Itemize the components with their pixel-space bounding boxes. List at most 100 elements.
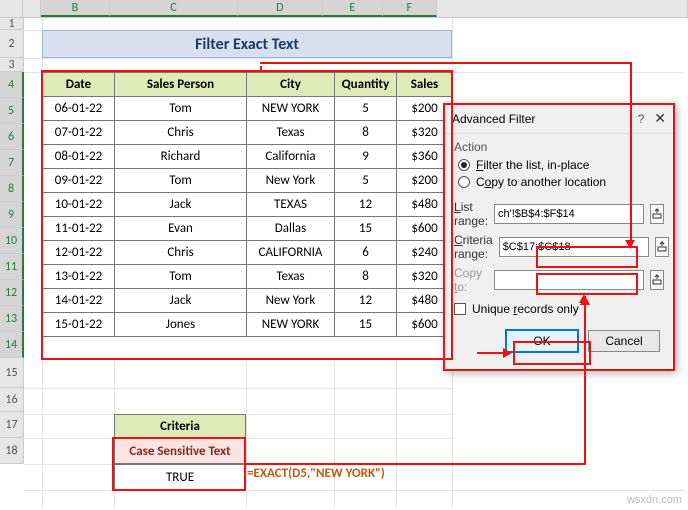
criteria-range-label: Criteria range: (454, 233, 493, 261)
criteria-formula: =EXACT(D5,"NEW YORK") (247, 466, 385, 481)
cell[interactable]: 11-01-22 (43, 217, 115, 241)
unique-records-row[interactable]: Unique records only (454, 302, 664, 316)
cell[interactable]: 10-01-22 (43, 193, 115, 217)
cell[interactable]: Tom (115, 97, 247, 121)
cell[interactable]: 6 (335, 241, 397, 265)
collapse-dialog-icon[interactable] (650, 204, 664, 224)
action-label: Action (454, 140, 664, 154)
collapse-dialog-icon[interactable] (655, 237, 669, 257)
col-F[interactable]: F (383, 0, 437, 17)
cell[interactable]: Evan (115, 217, 247, 241)
row-3[interactable]: 3 (0, 58, 24, 72)
row-13[interactable]: 13 (0, 306, 24, 332)
col-E[interactable]: E (323, 0, 383, 17)
cell[interactable]: 5 (335, 169, 397, 193)
row-12[interactable]: 12 (0, 280, 24, 306)
table-row[interactable]: 09-01-22TomNew York5$200 (43, 169, 453, 193)
table-row[interactable]: 13-01-22TomTexas8$320 (43, 265, 453, 289)
cancel-button[interactable]: Cancel (588, 330, 660, 352)
cell[interactable]: New York (247, 289, 335, 313)
col-header[interactable]: Sales (397, 73, 453, 97)
cell[interactable]: 14-01-22 (43, 289, 115, 313)
cell[interactable]: NEW YORK (247, 97, 335, 121)
cell[interactable]: NEW YORK (247, 313, 335, 337)
cell[interactable]: Richard (115, 145, 247, 169)
row-10[interactable]: 10 (0, 228, 24, 254)
cell[interactable]: Jones (115, 313, 247, 337)
ok-button[interactable]: OK (506, 330, 578, 352)
cell[interactable]: 08-01-22 (43, 145, 115, 169)
col-G[interactable] (437, 0, 688, 17)
cell[interactable]: CALIFORNIA (247, 241, 335, 265)
row-14[interactable]: 14 (0, 332, 24, 358)
cell[interactable]: New York (247, 169, 335, 193)
collapse-dialog-icon[interactable] (650, 270, 664, 290)
cell[interactable]: 8 (335, 121, 397, 145)
cell[interactable]: 15-01-22 (43, 313, 115, 337)
radio-icon (458, 159, 470, 171)
cell[interactable]: Tom (115, 265, 247, 289)
row-11[interactable]: 11 (0, 254, 24, 280)
cell[interactable]: 15 (335, 217, 397, 241)
col-header[interactable]: Quantity (335, 73, 397, 97)
row-7[interactable]: 7 (0, 150, 24, 176)
table-row[interactable]: 14-01-22JackNew York12$480 (43, 289, 453, 313)
criteria-title: Criteria (114, 414, 246, 438)
cell[interactable]: Tom (115, 169, 247, 193)
col-header[interactable]: Date (43, 73, 115, 97)
col-A[interactable] (23, 0, 40, 17)
cell[interactable]: Texas (247, 121, 335, 145)
list-range-input[interactable] (494, 204, 644, 224)
col-header[interactable]: Sales Person (115, 73, 247, 97)
cell[interactable]: 9 (335, 145, 397, 169)
cell[interactable]: 13-01-22 (43, 265, 115, 289)
cell[interactable]: 09-01-22 (43, 169, 115, 193)
cell[interactable]: Texas (247, 265, 335, 289)
row-1[interactable]: 1 (0, 18, 24, 30)
cell[interactable]: Dallas (247, 217, 335, 241)
cell[interactable]: 12-01-22 (43, 241, 115, 265)
cell[interactable]: 15 (335, 313, 397, 337)
close-icon[interactable]: ✕ (654, 110, 666, 127)
row-9[interactable]: 9 (0, 202, 24, 228)
cell[interactable]: Chris (115, 241, 247, 265)
cell[interactable]: Jack (115, 193, 247, 217)
cell[interactable]: 12 (335, 193, 397, 217)
cell[interactable]: TEXAS (247, 193, 335, 217)
table-row[interactable]: 10-01-22JackTEXAS12$480 (43, 193, 453, 217)
row-18[interactable]: 18 (0, 438, 24, 464)
col-header[interactable]: City (247, 73, 335, 97)
col-D[interactable]: D (238, 0, 323, 17)
cell[interactable]: 5 (335, 97, 397, 121)
radio-filter-in-place[interactable]: Filter the list, in-place (458, 158, 664, 172)
copy-to-row: Copy to: (454, 266, 664, 294)
cell[interactable]: Jack (115, 289, 247, 313)
cell[interactable]: California (247, 145, 335, 169)
cell[interactable]: 8 (335, 265, 397, 289)
cell[interactable]: 12 (335, 289, 397, 313)
table-row[interactable]: 11-01-22EvanDallas15$600 (43, 217, 453, 241)
row-6[interactable]: 6 (0, 124, 24, 150)
row-17[interactable]: 17 (0, 412, 24, 438)
row-2[interactable]: 2 (0, 30, 24, 58)
table-row[interactable]: 08-01-22RichardCalifornia9$360 (43, 145, 453, 169)
col-B[interactable]: B (41, 0, 111, 17)
table-row[interactable]: 07-01-22ChrisTexas8$320 (43, 121, 453, 145)
row-5[interactable]: 5 (0, 98, 24, 124)
list-range-label: List range: (454, 200, 488, 228)
cell[interactable]: Chris (115, 121, 247, 145)
cell[interactable]: 07-01-22 (43, 121, 115, 145)
row-15[interactable]: 15 (0, 358, 24, 388)
row-8[interactable]: 8 (0, 176, 24, 202)
table-row[interactable]: 15-01-22JonesNEW YORK15$600 (43, 313, 453, 337)
list-range-row: List range: (454, 200, 664, 228)
col-C[interactable]: C (110, 0, 238, 17)
row-16[interactable]: 16 (0, 388, 24, 412)
table-row[interactable]: 06-01-22TomNEW YORK5$200 (43, 97, 453, 121)
help-icon[interactable]: ? (638, 112, 645, 126)
table-row[interactable]: 12-01-22ChrisCALIFORNIA6$240 (43, 241, 453, 265)
radio-copy-location[interactable]: Copy to another location (458, 175, 664, 189)
cell[interactable]: 06-01-22 (43, 97, 115, 121)
row-4[interactable]: 4 (0, 72, 24, 98)
unique-label: Unique records only (472, 302, 579, 316)
